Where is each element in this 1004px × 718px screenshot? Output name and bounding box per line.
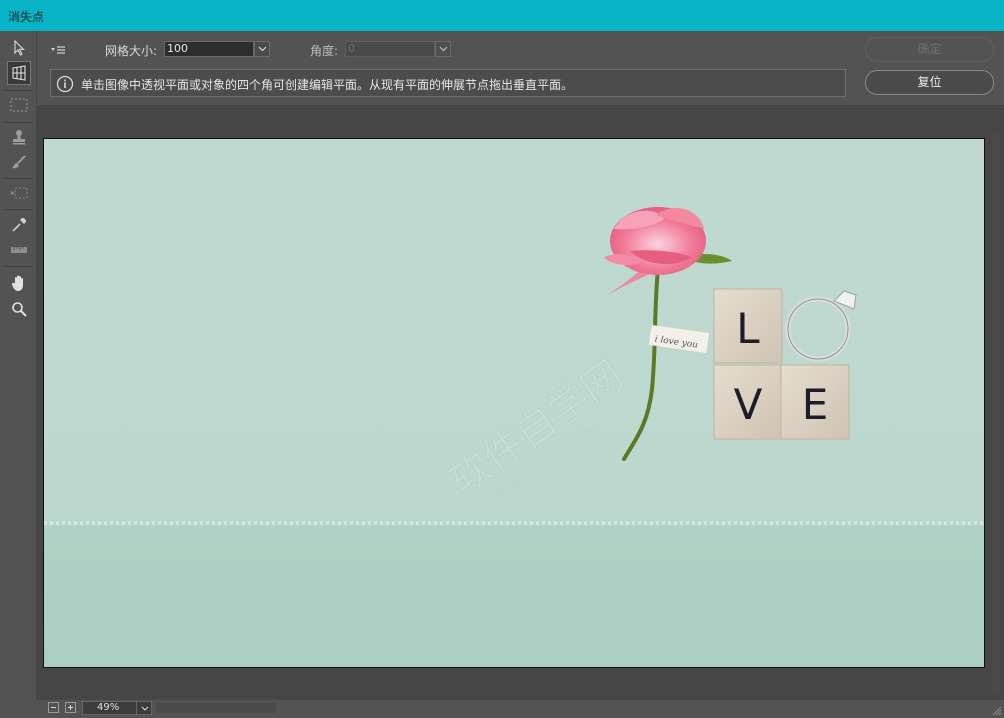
- watermark: 软件自学网 WWW.RJZXW.COM: [441, 352, 632, 505]
- window-titlebar: 消失点: [0, 0, 1004, 31]
- magnifier-icon: [12, 302, 27, 317]
- transform-icon: [11, 187, 28, 199]
- panel-menu-button[interactable]: [50, 44, 68, 56]
- eyedropper-icon: [12, 217, 27, 232]
- ok-button[interactable]: 确定: [865, 37, 994, 62]
- horizontal-scrollbar[interactable]: [156, 703, 276, 713]
- ruler-icon: [11, 247, 27, 253]
- reset-button[interactable]: 复位: [865, 70, 994, 95]
- create-plane-tool[interactable]: [7, 61, 31, 85]
- resize-grip-icon[interactable]: [992, 706, 1002, 716]
- edit-plane-tool[interactable]: [7, 36, 31, 60]
- measure-tool[interactable]: [7, 238, 31, 262]
- options-bar: 网格大小: 100 角度: 0 单击图像中透视平面或对象的四个角可创建编辑平面。…: [36, 31, 1004, 105]
- ring: [785, 290, 857, 362]
- grid-size-label: 网格大小:: [105, 44, 158, 58]
- image-canvas[interactable]: i love you L V E 软件自学网 WWW.RJZXW.COM: [43, 138, 985, 668]
- watermark-line1: 软件自学网: [441, 352, 631, 504]
- block-letter-top: L: [736, 304, 760, 353]
- info-icon: [56, 75, 74, 93]
- transform-tool[interactable]: [7, 181, 31, 205]
- chevron-down-icon: [258, 46, 266, 52]
- stamp-tool[interactable]: [7, 125, 31, 149]
- flyout-menu-icon: [51, 46, 65, 54]
- zoom-out-button[interactable]: [48, 702, 59, 713]
- zoom-tool[interactable]: [7, 297, 31, 321]
- grid-plane-icon: [12, 65, 26, 81]
- letter-blocks: L V E: [713, 288, 850, 440]
- angle-input[interactable]: 0: [345, 41, 435, 57]
- brush-icon: [12, 155, 26, 169]
- marquee-tool[interactable]: [7, 93, 31, 117]
- dashed-rect-icon: [10, 98, 28, 112]
- block-letter-bottom-left: V: [734, 380, 763, 429]
- status-bar: 49%: [36, 700, 1004, 718]
- plus-icon: [68, 705, 73, 710]
- angle-label: 角度:: [310, 44, 339, 58]
- hand-icon: [11, 275, 23, 291]
- vertical-scrollbar[interactable]: [992, 135, 1000, 695]
- tool-panel: [0, 31, 37, 718]
- eyedropper-tool[interactable]: [7, 213, 31, 237]
- chevron-down-icon: [439, 46, 447, 52]
- photo-content: i love you L V E 软件自学网 WWW.RJZXW.COM: [441, 207, 857, 505]
- zoom-dropdown[interactable]: [136, 701, 152, 715]
- minus-icon: [51, 707, 56, 708]
- brush-tool[interactable]: [7, 150, 31, 174]
- grid-size-input[interactable]: 100: [164, 41, 254, 57]
- angle-dropdown[interactable]: [435, 41, 451, 57]
- window-title: 消失点: [8, 10, 45, 24]
- info-bar: 单击图像中透视平面或对象的四个角可创建编辑平面。从现有平面的伸展节点拖出垂直平面…: [50, 69, 846, 97]
- grid-size-dropdown[interactable]: [254, 41, 270, 57]
- info-message: 单击图像中透视平面或对象的四个角可创建编辑平面。从现有平面的伸展节点拖出垂直平面…: [81, 78, 574, 92]
- block-letter-bottom-right: E: [802, 380, 829, 429]
- stamp-icon: [13, 130, 25, 145]
- chevron-down-icon: [141, 706, 148, 711]
- zoom-in-button[interactable]: [65, 702, 76, 713]
- workspace[interactable]: i love you L V E 软件自学网 WWW.RJZXW.COM: [36, 105, 1004, 700]
- hand-tool[interactable]: [7, 271, 31, 295]
- arrow-pointer-icon: [14, 40, 25, 56]
